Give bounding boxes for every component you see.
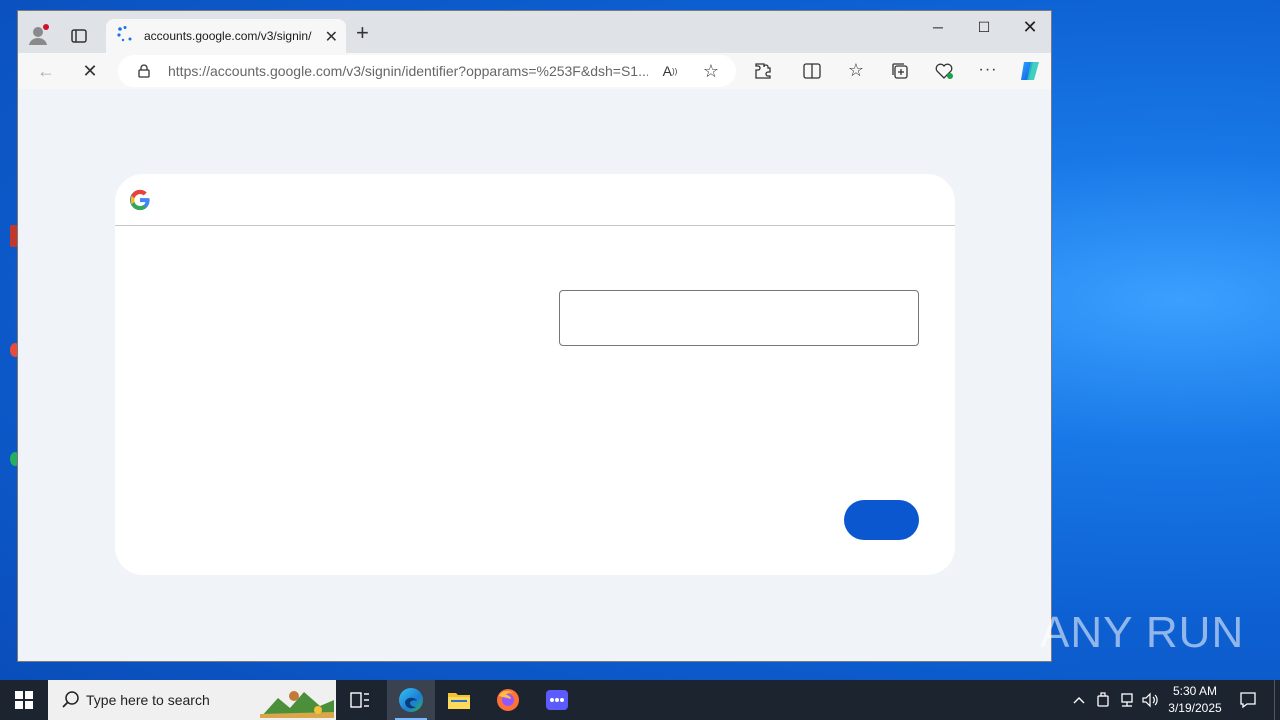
next-button[interactable] <box>844 500 919 540</box>
new-tab-button[interactable]: + <box>356 22 369 44</box>
collections-icon[interactable] <box>889 60 911 82</box>
favorite-star-icon[interactable]: ☆ <box>700 60 722 82</box>
page-content <box>18 89 1051 661</box>
email-input[interactable] <box>559 290 919 346</box>
title-bar: accounts.google.com/v3/signin/ ✕ + ─ ☐ ✕ <box>18 11 1051 53</box>
profile-icon[interactable] <box>26 23 50 47</box>
signin-card <box>115 174 955 575</box>
tray-device-icon[interactable] <box>1092 680 1114 720</box>
search-highlight-image <box>260 684 334 718</box>
anyrun-watermark: ANY RUN <box>1040 608 1245 657</box>
address-domain: https://accounts.google.com <box>168 63 343 79</box>
chevron-up-icon <box>1073 697 1085 704</box>
taskbar-file-explorer[interactable] <box>435 680 483 720</box>
card-header <box>115 174 955 226</box>
favorites-icon[interactable]: ☆ <box>845 59 867 81</box>
notification-icon <box>1240 692 1256 709</box>
search-icon <box>62 691 80 714</box>
taskbar-firefox[interactable] <box>484 680 532 720</box>
network-button[interactable] <box>1116 680 1138 720</box>
address-bar[interactable]: https://accounts.google.com/v3/signin/id… <box>118 55 736 87</box>
back-icon[interactable]: ← <box>34 59 58 83</box>
read-aloud-icon[interactable]: A)) <box>660 61 680 81</box>
notifications-button[interactable] <box>1234 680 1262 720</box>
maximize-button[interactable]: ☐ <box>961 11 1007 43</box>
taskbar-clock[interactable]: 5:30 AM 3/19/2025 <box>1160 683 1230 717</box>
taskbar: Type here to search 5:30 AM 3/19/2025 <box>0 680 1280 720</box>
browser-window: accounts.google.com/v3/signin/ ✕ + ─ ☐ ✕… <box>17 10 1052 662</box>
task-view-button[interactable] <box>336 680 384 720</box>
folder-icon <box>448 693 470 709</box>
volume-button[interactable] <box>1140 680 1162 720</box>
device-icon <box>1097 692 1109 707</box>
show-hidden-icons[interactable] <box>1068 680 1090 720</box>
edge-icon <box>399 688 423 712</box>
close-window-button[interactable]: ✕ <box>1007 11 1051 43</box>
more-options-icon[interactable]: ··· <box>977 59 999 81</box>
address-url: https://accounts.google.com/v3/signin/id… <box>168 63 648 79</box>
tab-actions-icon[interactable] <box>68 25 90 47</box>
start-button[interactable] <box>0 680 48 720</box>
tab-title: accounts.google.com/v3/signin/ <box>144 29 312 43</box>
clock-date: 3/19/2025 <box>1168 701 1222 715</box>
browser-toolbar: ← ✕ https://accounts.google.com/v3/signi… <box>18 53 1051 89</box>
firefox-icon <box>497 689 519 711</box>
taskbar-search[interactable]: Type here to search <box>48 680 336 720</box>
chat-app-icon <box>546 690 568 710</box>
extensions-icon[interactable] <box>752 60 774 82</box>
show-desktop-button[interactable] <box>1274 680 1280 720</box>
copilot-icon[interactable] <box>1017 58 1043 84</box>
taskbar-edge[interactable] <box>387 680 435 720</box>
address-path: /v3/signin/identifier?opparams=%253F&dsh… <box>342 63 648 79</box>
lock-icon[interactable] <box>136 63 152 79</box>
browser-tab[interactable]: accounts.google.com/v3/signin/ ✕ <box>106 19 346 53</box>
speaker-icon <box>1142 692 1158 708</box>
search-placeholder: Type here to search <box>86 692 210 708</box>
clock-time: 5:30 AM <box>1172 684 1218 698</box>
browser-essentials-icon[interactable] <box>933 60 955 82</box>
loading-spinner-icon <box>116 25 134 48</box>
network-icon <box>1121 693 1133 707</box>
desktop-icons-strip <box>0 0 20 680</box>
taskbar-app[interactable] <box>533 680 581 720</box>
windows-logo-icon <box>15 691 33 709</box>
split-screen-icon[interactable] <box>801 60 823 82</box>
minimize-button[interactable]: ─ <box>915 11 961 43</box>
task-view-icon <box>350 692 369 708</box>
stop-loading-icon[interactable]: ✕ <box>78 59 102 83</box>
close-tab-icon[interactable]: ✕ <box>325 27 338 47</box>
google-logo-icon <box>129 189 151 211</box>
